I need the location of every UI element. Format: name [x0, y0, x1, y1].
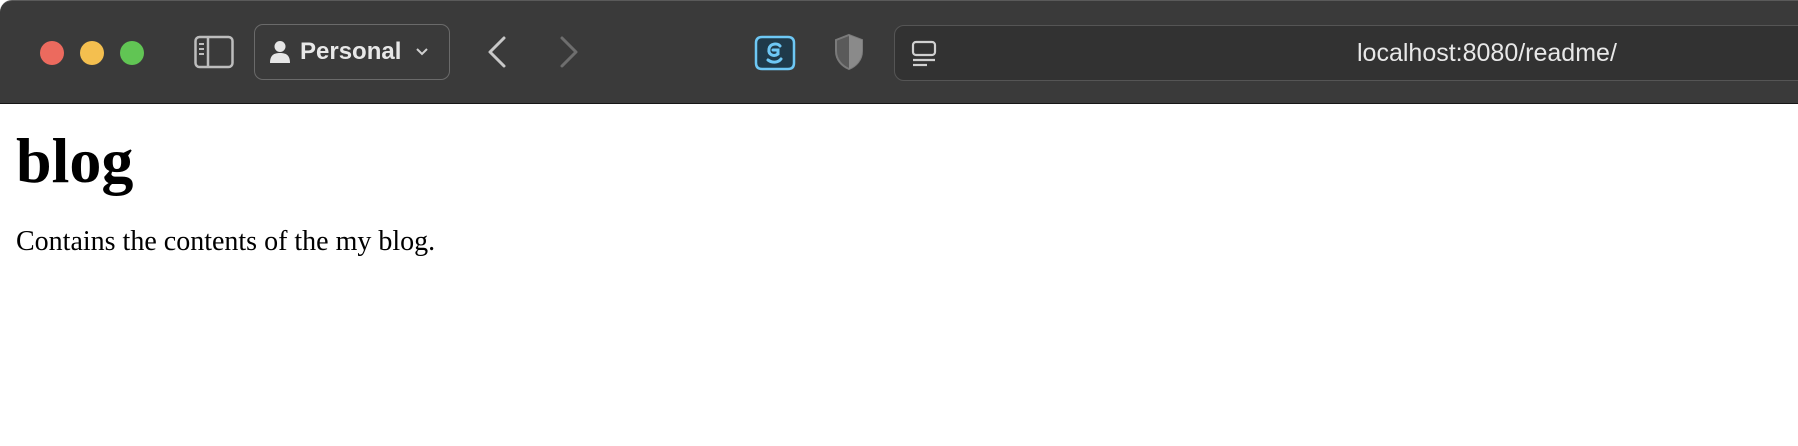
browser-toolbar: Personal localhost:8080/readme/: [0, 0, 1798, 104]
sidebar-icon[interactable]: [194, 35, 234, 69]
page-content: blog Contains the contents of the my blo…: [16, 104, 1776, 258]
maximize-button[interactable]: [120, 41, 144, 65]
back-button[interactable]: [484, 35, 510, 69]
extension-icon[interactable]: [754, 33, 796, 73]
chevron-down-icon: [416, 48, 429, 56]
browser-window: Personal localhost:8080/readme/ blog Con…: [0, 0, 1798, 446]
profile-label: Personal: [300, 38, 402, 65]
page-paragraph: Contains the contents of the my blog.: [16, 226, 436, 258]
profile-button[interactable]: Personal: [254, 24, 450, 80]
shield-icon[interactable]: [834, 33, 864, 71]
close-button[interactable]: [40, 41, 64, 65]
forward-button[interactable]: [556, 35, 582, 69]
address-bar[interactable]: localhost:8080/readme/: [894, 25, 1798, 81]
minimize-button[interactable]: [80, 41, 104, 65]
reader-icon[interactable]: [911, 40, 937, 68]
person-icon: [270, 41, 290, 63]
url-text: localhost:8080/readme/: [1357, 39, 1617, 67]
page-title: blog: [16, 125, 134, 196]
